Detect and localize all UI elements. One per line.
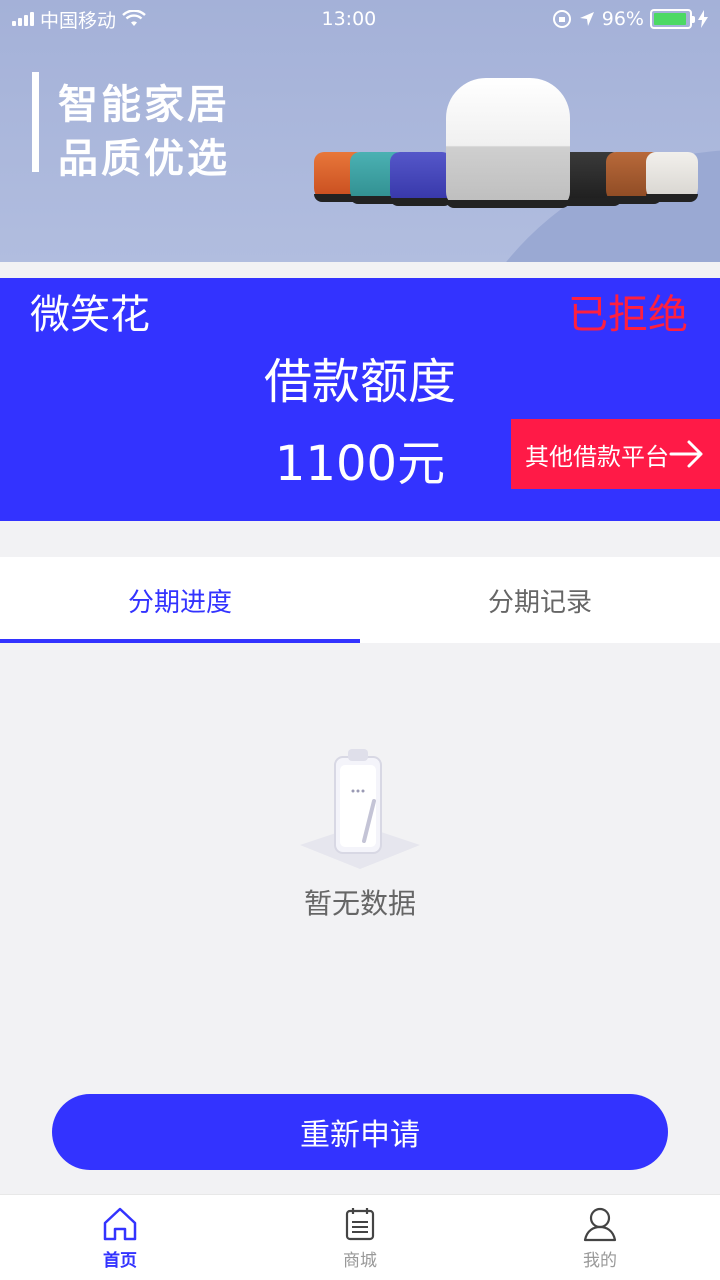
promo-banner[interactable]: 智能家居 品质优选 bbox=[0, 0, 720, 262]
divider bbox=[0, 262, 720, 278]
arrow-right-icon bbox=[669, 440, 703, 468]
battery-icon bbox=[649, 9, 695, 29]
reapply-button[interactable]: 重新申请 bbox=[52, 1094, 668, 1170]
nav-item-home[interactable]: 首页 bbox=[0, 1195, 240, 1280]
smart-speakers-image bbox=[310, 70, 710, 220]
bottom-nav: 首页 商城 我的 bbox=[0, 1194, 720, 1280]
loan-card: 微笑花 已拒绝 借款额度 1100元 其他借款平台 bbox=[0, 278, 720, 521]
clock: 13:00 bbox=[321, 8, 377, 30]
home-icon bbox=[103, 1207, 137, 1241]
nav-item-mall[interactable]: 商城 bbox=[240, 1195, 480, 1280]
signal-icon bbox=[12, 12, 34, 26]
user-icon bbox=[583, 1207, 617, 1242]
app-name: 微笑花 bbox=[30, 292, 150, 338]
nav-label-home: 首页 bbox=[103, 1251, 137, 1271]
quota-label: 借款额度 bbox=[263, 354, 456, 410]
other-platform-label: 其他借款平台 bbox=[525, 442, 669, 471]
status-bar: 中国移动 13:00 96% bbox=[0, 0, 720, 38]
banner-accent-bar bbox=[32, 72, 39, 172]
rotation-lock-icon bbox=[552, 10, 571, 28]
empty-state-text: 暂无数据 bbox=[303, 887, 416, 920]
battery-percent: 96% bbox=[601, 8, 644, 30]
location-icon bbox=[579, 12, 594, 26]
tab-bar: 分期进度 分期记录 bbox=[0, 557, 720, 643]
tab-installment-progress[interactable]: 分期进度 bbox=[0, 557, 360, 643]
nav-item-profile[interactable]: 我的 bbox=[480, 1195, 720, 1280]
charging-icon bbox=[697, 10, 708, 28]
loan-status: 已拒绝 bbox=[568, 292, 688, 338]
nav-label-profile: 我的 bbox=[583, 1251, 617, 1271]
nav-label-mall: 商城 bbox=[343, 1251, 377, 1271]
banner-title-line1: 智能家居 bbox=[58, 82, 230, 128]
clipboard-empty-icon bbox=[300, 749, 420, 869]
wifi-icon bbox=[122, 10, 146, 26]
banner-title-line2: 品质优选 bbox=[58, 136, 230, 182]
other-platform-button[interactable]: 其他借款平台 bbox=[511, 419, 720, 489]
calendar-icon bbox=[345, 1208, 375, 1241]
carrier-label: 中国移动 bbox=[40, 9, 117, 32]
tab-installment-records[interactable]: 分期记录 bbox=[360, 557, 720, 643]
